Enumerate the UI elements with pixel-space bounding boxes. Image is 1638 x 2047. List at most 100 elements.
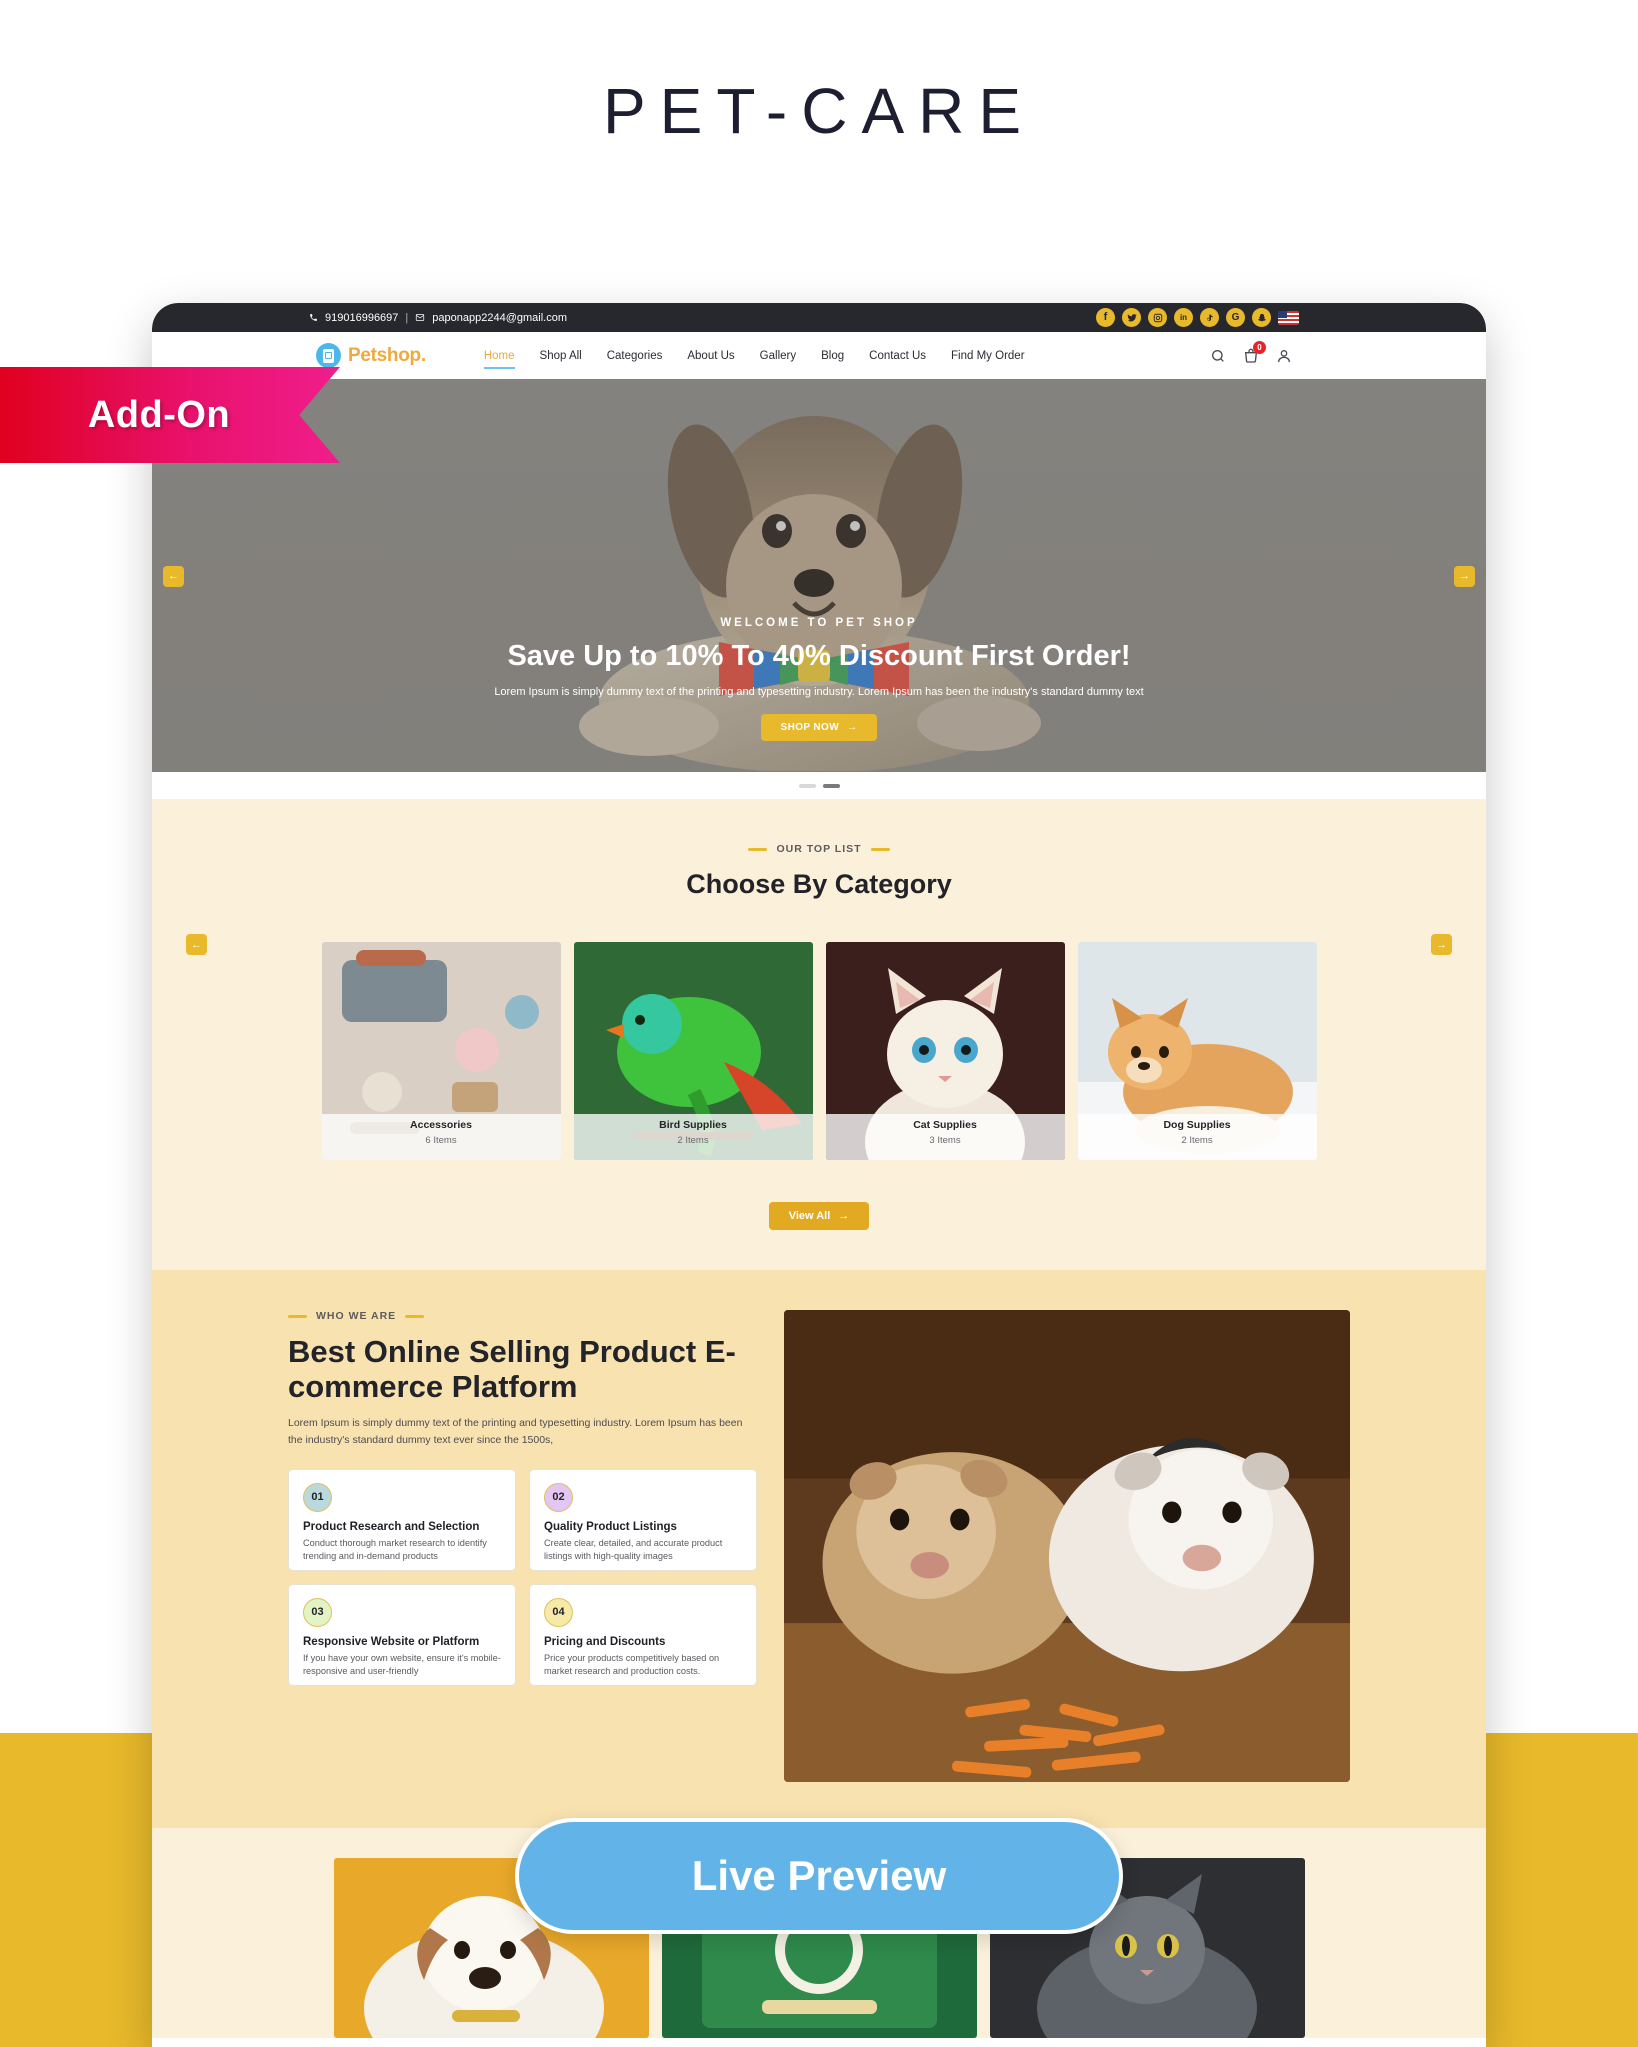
nav-item-blog[interactable]: Blog xyxy=(821,350,844,362)
category-label: Bird Supplies 2 Items xyxy=(573,1114,813,1160)
nav-item-contact-us[interactable]: Contact Us xyxy=(869,350,926,362)
feature-card-02[interactable]: 02 Quality Product Listings Create clear… xyxy=(529,1468,757,1571)
phone-icon xyxy=(309,313,318,322)
view-all-wrapper: View All → xyxy=(152,1202,1486,1230)
nav-item-categories[interactable]: Categories xyxy=(607,350,663,362)
website-preview-frame: 919016996697 | paponapp2244@gmail.com f … xyxy=(152,303,1486,2047)
feature-number: 04 xyxy=(544,1597,573,1627)
feature-title: Responsive Website or Platform xyxy=(303,1635,480,1648)
nav-item-find-my-order[interactable]: Find My Order xyxy=(951,350,1025,362)
category-eyebrow: OUR TOP LIST xyxy=(776,843,862,855)
feature-card-01[interactable]: 01 Product Research and Selection Conduc… xyxy=(288,1468,516,1571)
feature-title: Pricing and Discounts xyxy=(544,1635,666,1648)
shop-now-label: SHOP NOW xyxy=(780,722,840,733)
contact-separator: | xyxy=(405,311,409,324)
feature-desc: Conduct thorough market research to iden… xyxy=(303,1537,487,1562)
category-grid: Accessories 6 Items Bird Supplies 2 Item… xyxy=(152,942,1486,1160)
category-name: Accessories xyxy=(410,1119,472,1131)
hero-next-button[interactable]: → xyxy=(1454,565,1475,587)
category-card-bird-supplies[interactable]: Bird Supplies 2 Items xyxy=(573,942,813,1160)
category-next-button[interactable]: → xyxy=(1431,934,1452,955)
feature-card-04[interactable]: 04 Pricing and Discounts Price your prod… xyxy=(529,1583,757,1686)
email-address[interactable]: paponapp2244@gmail.com xyxy=(432,312,567,324)
feature-desc: Price your products competitively based … xyxy=(544,1652,720,1677)
dash-left xyxy=(748,847,768,851)
us-flag-icon[interactable] xyxy=(1278,310,1299,325)
slider-dot-2[interactable] xyxy=(822,783,840,788)
feature-number: 02 xyxy=(544,1482,573,1512)
linkedin-icon[interactable]: in xyxy=(1174,308,1193,327)
main-navigation: Petshop. Home Shop All Categories About … xyxy=(152,332,1486,379)
who-we-are-content: WHO WE ARE Best Online Selling Product E… xyxy=(288,1310,758,1782)
who-eyebrow: WHO WE ARE xyxy=(316,1310,397,1322)
nav-menu: Home Shop All Categories About Us Galler… xyxy=(483,350,1025,369)
phone-number[interactable]: 919016996697 xyxy=(325,312,398,324)
category-card-dog-supplies[interactable]: Dog Supplies 2 Items xyxy=(1077,942,1317,1160)
snapchat-icon[interactable] xyxy=(1252,308,1271,327)
hero-banner: ← → WELCOME TO PET SHOP Save Up to 10% T… xyxy=(152,379,1486,772)
who-title: Best Online Selling Product E-commerce P… xyxy=(288,1334,736,1404)
petfood-bag-icon xyxy=(316,343,341,368)
dash-right xyxy=(405,1314,425,1318)
hero-eyebrow: WELCOME TO PET SHOP xyxy=(720,617,918,629)
cart-icon[interactable]: 0 xyxy=(1243,340,1266,364)
site-logo[interactable]: Petshop. xyxy=(316,343,426,368)
logo-text: Petshop. xyxy=(348,344,426,366)
top-contact-bar: 919016996697 | paponapp2244@gmail.com f … xyxy=(152,303,1486,332)
category-eyebrow-row: OUR TOP LIST xyxy=(152,843,1486,855)
view-all-label: View All xyxy=(788,1210,831,1222)
view-all-button[interactable]: View All → xyxy=(768,1202,870,1230)
category-name: Dog Supplies xyxy=(1163,1119,1231,1131)
category-count: 2 Items xyxy=(677,1135,709,1146)
tiktok-icon[interactable] xyxy=(1200,308,1219,327)
category-label: Dog Supplies 2 Items xyxy=(1077,1114,1317,1160)
google-icon[interactable]: G xyxy=(1226,308,1245,327)
hero-prev-button[interactable]: ← xyxy=(163,565,184,587)
nav-item-about-us[interactable]: About Us xyxy=(687,350,734,362)
category-label: Cat Supplies 3 Items xyxy=(825,1114,1065,1160)
who-we-are-section: WHO WE ARE Best Online Selling Product E… xyxy=(152,1270,1486,1828)
search-icon[interactable] xyxy=(1210,348,1226,364)
hero-slider-dots xyxy=(152,772,1486,799)
category-name: Cat Supplies xyxy=(913,1119,977,1131)
feature-number: 03 xyxy=(303,1597,332,1627)
nav-action-icons: 0 xyxy=(1210,340,1292,364)
nav-item-home[interactable]: Home xyxy=(483,350,515,369)
category-card-cat-supplies[interactable]: Cat Supplies 3 Items xyxy=(825,942,1065,1160)
who-eyebrow-row: WHO WE ARE xyxy=(288,1310,758,1322)
feature-card-03[interactable]: 03 Responsive Website or Platform If you… xyxy=(288,1583,516,1686)
feature-desc: Create clear, detailed, and accurate pro… xyxy=(544,1537,723,1562)
category-count: 2 Items xyxy=(1181,1135,1213,1146)
category-prev-button[interactable]: ← xyxy=(186,934,207,955)
instagram-icon[interactable] xyxy=(1148,308,1167,327)
nav-item-shop-all[interactable]: Shop All xyxy=(540,350,582,362)
feature-title: Product Research and Selection xyxy=(303,1520,480,1533)
facebook-icon[interactable]: f xyxy=(1096,308,1115,327)
feature-grid: 01 Product Research and Selection Conduc… xyxy=(288,1468,758,1686)
page-title: PET-CARE xyxy=(602,75,1036,147)
hero-content: WELCOME TO PET SHOP Save Up to 10% To 40… xyxy=(152,617,1486,741)
feature-desc: If you have your own website, ensure it'… xyxy=(303,1652,501,1677)
user-icon[interactable] xyxy=(1276,348,1292,364)
dash-right xyxy=(870,847,890,851)
nav-item-gallery[interactable]: Gallery xyxy=(760,350,796,362)
category-card-accessories[interactable]: Accessories 6 Items xyxy=(321,942,561,1160)
twitter-icon[interactable] xyxy=(1122,308,1141,327)
hero-title: Save Up to 10% To 40% Discount First Ord… xyxy=(507,640,1131,672)
live-preview-button[interactable]: Live Preview xyxy=(515,1818,1123,1934)
who-we-are-image xyxy=(784,1310,1350,1782)
guinea-pigs-image xyxy=(784,1310,1350,1782)
dash-left xyxy=(288,1314,307,1318)
category-label: Accessories 6 Items xyxy=(321,1114,561,1160)
category-title: Choose By Category xyxy=(686,869,952,899)
social-links: f in G xyxy=(1096,308,1299,327)
slider-dot-1[interactable] xyxy=(798,783,816,788)
hero-subtitle: Lorem Ipsum is simply dummy text of the … xyxy=(494,686,1144,698)
contact-info: 919016996697 | paponapp2244@gmail.com xyxy=(309,312,567,324)
page-root: PET-CARE 919016996697 | paponapp2244@gma… xyxy=(0,0,1638,2047)
email-icon xyxy=(415,313,425,322)
who-subtitle: Lorem Ipsum is simply dummy text of the … xyxy=(288,1417,743,1446)
cart-count-badge: 0 xyxy=(1253,340,1266,354)
category-section: OUR TOP LIST Choose By Category ← → Acce… xyxy=(152,799,1486,1270)
shop-now-button[interactable]: SHOP NOW → xyxy=(760,714,878,741)
